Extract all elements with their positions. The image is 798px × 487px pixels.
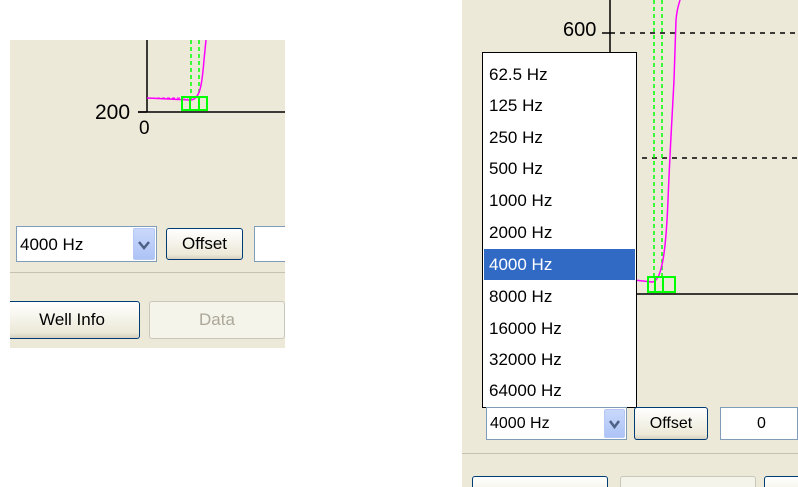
frequency-combo[interactable]: 4000 Hz xyxy=(16,226,157,262)
chevron-down-icon[interactable] xyxy=(133,228,155,260)
frequency-combo-value: 4000 Hz xyxy=(20,235,84,254)
divider xyxy=(462,453,798,454)
right-y-tick: 600 xyxy=(563,19,597,41)
left-trace xyxy=(146,40,207,101)
right-panel: 600 62.5 Hz 125 Hz 250 Hz 500 Hz 1000 Hz… xyxy=(462,0,798,487)
offset-button-label: Offset xyxy=(649,415,693,432)
chevron-down-icon[interactable] xyxy=(604,409,625,438)
left-panel: 200 0 4000 Hz Offset Well Info Data xyxy=(10,40,285,348)
offset-button[interactable]: Offset xyxy=(166,228,243,260)
right-trace xyxy=(633,0,681,283)
dropdown-option[interactable]: 125 Hz xyxy=(484,90,635,121)
frequency-combo[interactable]: 4000 Hz xyxy=(486,407,627,440)
offset-button[interactable]: Offset xyxy=(634,407,708,440)
dropdown-option[interactable]: 62.5 Hz xyxy=(484,59,635,90)
dropdown-option-selected[interactable]: 4000 Hz xyxy=(484,249,635,280)
frequency-dropdown-list[interactable]: 62.5 Hz 125 Hz 250 Hz 500 Hz 1000 Hz 200… xyxy=(482,52,637,408)
dropdown-option[interactable]: 1000 Hz xyxy=(484,185,635,216)
right-marker[interactable] xyxy=(647,276,676,293)
well-info-button[interactable]: Well Info xyxy=(10,301,140,339)
dropdown-option[interactable]: 64000 Hz xyxy=(484,375,635,406)
data-button[interactable]: Data xyxy=(149,301,285,339)
dropdown-option[interactable]: 32000 Hz xyxy=(484,344,635,375)
dropdown-option[interactable]: 2000 Hz xyxy=(484,217,635,248)
data-button-label: Data xyxy=(199,310,235,329)
left-y-tick: 200 xyxy=(95,101,131,124)
bottom-button[interactable] xyxy=(620,476,756,487)
bottom-button[interactable] xyxy=(472,476,608,487)
bottom-button[interactable] xyxy=(764,476,798,487)
dropdown-option[interactable]: 250 Hz xyxy=(484,122,635,153)
dropdown-option[interactable]: 16000 Hz xyxy=(484,313,635,344)
dropdown-option[interactable]: 500 Hz xyxy=(484,153,635,184)
divider xyxy=(10,272,285,273)
well-info-button-label: Well Info xyxy=(39,310,105,329)
frequency-combo-value: 4000 Hz xyxy=(490,415,550,432)
left-x-tick: 0 xyxy=(139,118,150,139)
dropdown-option[interactable]: 8000 Hz xyxy=(484,281,635,312)
offset-input[interactable] xyxy=(254,226,285,262)
offset-input[interactable]: 0 xyxy=(720,407,798,440)
offset-input-value: 0 xyxy=(757,415,766,432)
offset-button-label: Offset xyxy=(181,234,228,253)
